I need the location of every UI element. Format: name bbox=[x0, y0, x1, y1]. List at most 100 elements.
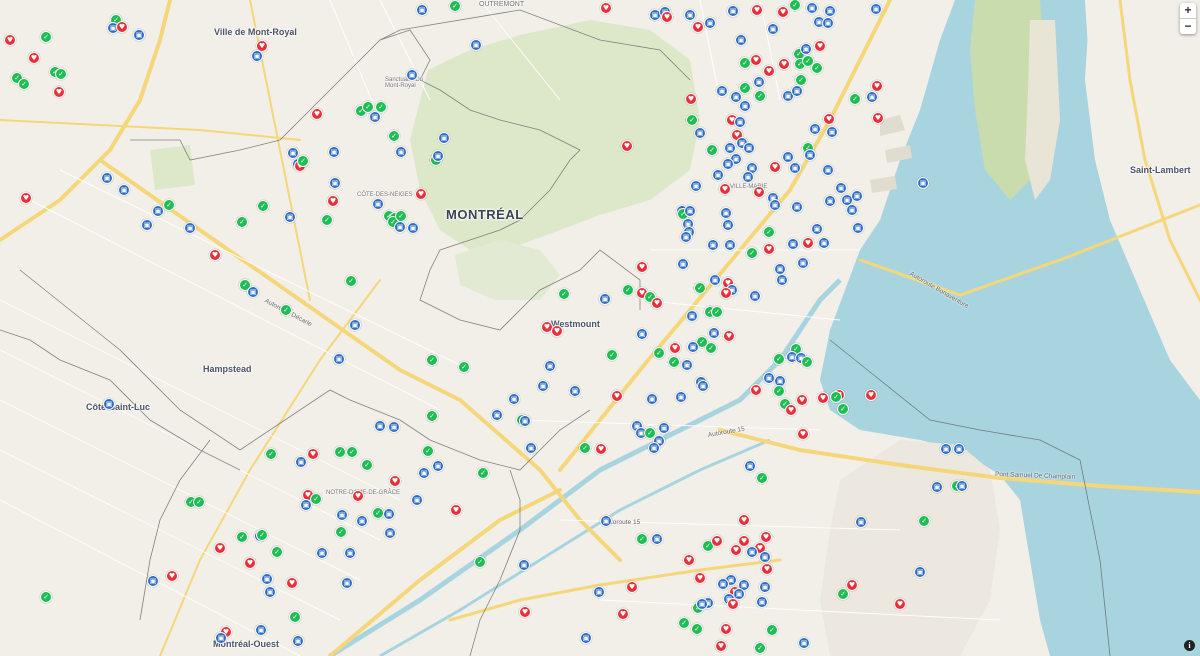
map-marker-transport[interactable]: ▣ bbox=[953, 443, 965, 455]
map-marker-health[interactable]: ♥ bbox=[823, 113, 835, 125]
map-marker-food[interactable]: ✓ bbox=[606, 349, 618, 361]
map-marker-transport[interactable]: ▣ bbox=[824, 5, 836, 17]
map-marker-transport[interactable]: ▣ bbox=[739, 100, 751, 112]
map-marker-health[interactable]: ♥ bbox=[327, 195, 339, 207]
map-marker-health[interactable]: ♥ bbox=[694, 572, 706, 584]
map-marker-food[interactable]: ✓ bbox=[579, 442, 591, 454]
map-marker-transport[interactable]: ▣ bbox=[395, 146, 407, 158]
map-marker-food[interactable]: ✓ bbox=[361, 459, 373, 471]
map-marker-health[interactable]: ♥ bbox=[311, 108, 323, 120]
map-marker-transport[interactable]: ▣ bbox=[118, 184, 130, 196]
map-marker-food[interactable]: ✓ bbox=[668, 356, 680, 368]
map-marker-health[interactable]: ♥ bbox=[769, 161, 781, 173]
map-marker-health[interactable]: ♥ bbox=[865, 389, 877, 401]
map-marker-transport[interactable]: ▣ bbox=[394, 221, 406, 233]
map-marker-transport[interactable]: ▣ bbox=[593, 586, 605, 598]
map-marker-health[interactable]: ♥ bbox=[846, 579, 858, 591]
map-marker-food[interactable]: ✓ bbox=[795, 74, 807, 86]
map-marker-food[interactable]: ✓ bbox=[18, 78, 30, 90]
map-marker-food[interactable]: ✓ bbox=[271, 546, 283, 558]
map-canvas[interactable] bbox=[0, 0, 1200, 656]
map-marker-health[interactable]: ♥ bbox=[763, 65, 775, 77]
map-marker-health[interactable]: ♥ bbox=[20, 192, 32, 204]
map-marker-food[interactable]: ✓ bbox=[694, 282, 706, 294]
map-marker-health[interactable]: ♥ bbox=[636, 261, 648, 273]
map-marker-health[interactable]: ♥ bbox=[730, 544, 742, 556]
map-marker-food[interactable]: ✓ bbox=[558, 288, 570, 300]
map-marker-health[interactable]: ♥ bbox=[760, 531, 772, 543]
map-marker-transport[interactable]: ▣ bbox=[800, 43, 812, 55]
map-marker-health[interactable]: ♥ bbox=[209, 249, 221, 261]
map-marker-health[interactable]: ♥ bbox=[720, 623, 732, 635]
map-marker-transport[interactable]: ▣ bbox=[717, 578, 729, 590]
map-marker-health[interactable]: ♥ bbox=[166, 570, 178, 582]
map-marker-transport[interactable]: ▣ bbox=[782, 151, 794, 163]
map-marker-health[interactable]: ♥ bbox=[651, 297, 663, 309]
map-marker-food[interactable]: ✓ bbox=[837, 588, 849, 600]
map-marker-health[interactable]: ♥ bbox=[551, 325, 563, 337]
map-marker-transport[interactable]: ▣ bbox=[416, 4, 428, 16]
map-marker-transport[interactable]: ▣ bbox=[716, 85, 728, 97]
map-marker-transport[interactable]: ▣ bbox=[356, 515, 368, 527]
map-marker-transport[interactable]: ▣ bbox=[544, 360, 556, 372]
map-marker-food[interactable]: ✓ bbox=[346, 446, 358, 458]
map-marker-transport[interactable]: ▣ bbox=[767, 23, 779, 35]
map-marker-food[interactable]: ✓ bbox=[449, 0, 461, 12]
map-marker-health[interactable]: ♥ bbox=[719, 183, 731, 195]
map-marker-transport[interactable]: ▣ bbox=[697, 380, 709, 392]
map-marker-food[interactable]: ✓ bbox=[739, 82, 751, 94]
map-marker-health[interactable]: ♥ bbox=[796, 394, 808, 406]
map-marker-food[interactable]: ✓ bbox=[289, 611, 301, 623]
map-marker-transport[interactable]: ▣ bbox=[791, 201, 803, 213]
map-marker-transport[interactable]: ▣ bbox=[675, 391, 687, 403]
map-marker-transport[interactable]: ▣ bbox=[215, 632, 227, 644]
map-marker-health[interactable]: ♥ bbox=[814, 40, 826, 52]
map-marker-transport[interactable]: ▣ bbox=[300, 499, 312, 511]
map-marker-health[interactable]: ♥ bbox=[750, 384, 762, 396]
map-marker-transport[interactable]: ▣ bbox=[694, 127, 706, 139]
map-marker-transport[interactable]: ▣ bbox=[931, 481, 943, 493]
map-marker-transport[interactable]: ▣ bbox=[684, 205, 696, 217]
map-marker-transport[interactable]: ▣ bbox=[686, 310, 698, 322]
map-marker-transport[interactable]: ▣ bbox=[103, 398, 115, 410]
map-marker-health[interactable]: ♥ bbox=[720, 287, 732, 299]
map-marker-health[interactable]: ♥ bbox=[352, 490, 364, 502]
map-marker-transport[interactable]: ▣ bbox=[133, 29, 145, 41]
map-marker-health[interactable]: ♥ bbox=[214, 542, 226, 554]
map-marker-transport[interactable]: ▣ bbox=[811, 223, 823, 235]
map-marker-food[interactable]: ✓ bbox=[678, 617, 690, 629]
map-marker-transport[interactable]: ▣ bbox=[818, 237, 830, 249]
map-marker-transport[interactable]: ▣ bbox=[519, 415, 531, 427]
map-marker-food[interactable]: ✓ bbox=[55, 68, 67, 80]
map-marker-transport[interactable]: ▣ bbox=[432, 460, 444, 472]
map-marker-transport[interactable]: ▣ bbox=[804, 149, 816, 161]
map-marker-transport[interactable]: ▣ bbox=[735, 34, 747, 46]
map-marker-transport[interactable]: ▣ bbox=[264, 586, 276, 598]
map-marker-transport[interactable]: ▣ bbox=[470, 39, 482, 51]
map-marker-transport[interactable]: ▣ bbox=[336, 509, 348, 521]
map-marker-transport[interactable]: ▣ bbox=[261, 573, 273, 585]
map-marker-transport[interactable]: ▣ bbox=[806, 2, 818, 14]
map-marker-health[interactable]: ♥ bbox=[307, 448, 319, 460]
map-marker-transport[interactable]: ▣ bbox=[769, 199, 781, 211]
map-marker-food[interactable]: ✓ bbox=[811, 62, 823, 74]
map-marker-transport[interactable]: ▣ bbox=[152, 205, 164, 217]
map-marker-food[interactable]: ✓ bbox=[236, 216, 248, 228]
map-marker-transport[interactable]: ▣ bbox=[184, 222, 196, 234]
map-marker-transport[interactable]: ▣ bbox=[852, 222, 864, 234]
map-marker-transport[interactable]: ▣ bbox=[255, 624, 267, 636]
map-marker-transport[interactable]: ▣ bbox=[722, 158, 734, 170]
map-marker-health[interactable]: ♥ bbox=[116, 21, 128, 33]
map-marker-transport[interactable]: ▣ bbox=[744, 460, 756, 472]
map-marker-transport[interactable]: ▣ bbox=[791, 85, 803, 97]
map-marker-food[interactable]: ✓ bbox=[691, 623, 703, 635]
map-marker-transport[interactable]: ▣ bbox=[349, 319, 361, 331]
map-marker-transport[interactable]: ▣ bbox=[822, 17, 834, 29]
map-marker-health[interactable]: ♥ bbox=[669, 342, 681, 354]
map-marker-transport[interactable]: ▣ bbox=[648, 442, 660, 454]
map-marker-health[interactable]: ♥ bbox=[715, 640, 727, 652]
map-marker-health[interactable]: ♥ bbox=[389, 475, 401, 487]
map-marker-transport[interactable]: ▣ bbox=[525, 442, 537, 454]
map-marker-transport[interactable]: ▣ bbox=[914, 566, 926, 578]
map-marker-transport[interactable]: ▣ bbox=[917, 177, 929, 189]
